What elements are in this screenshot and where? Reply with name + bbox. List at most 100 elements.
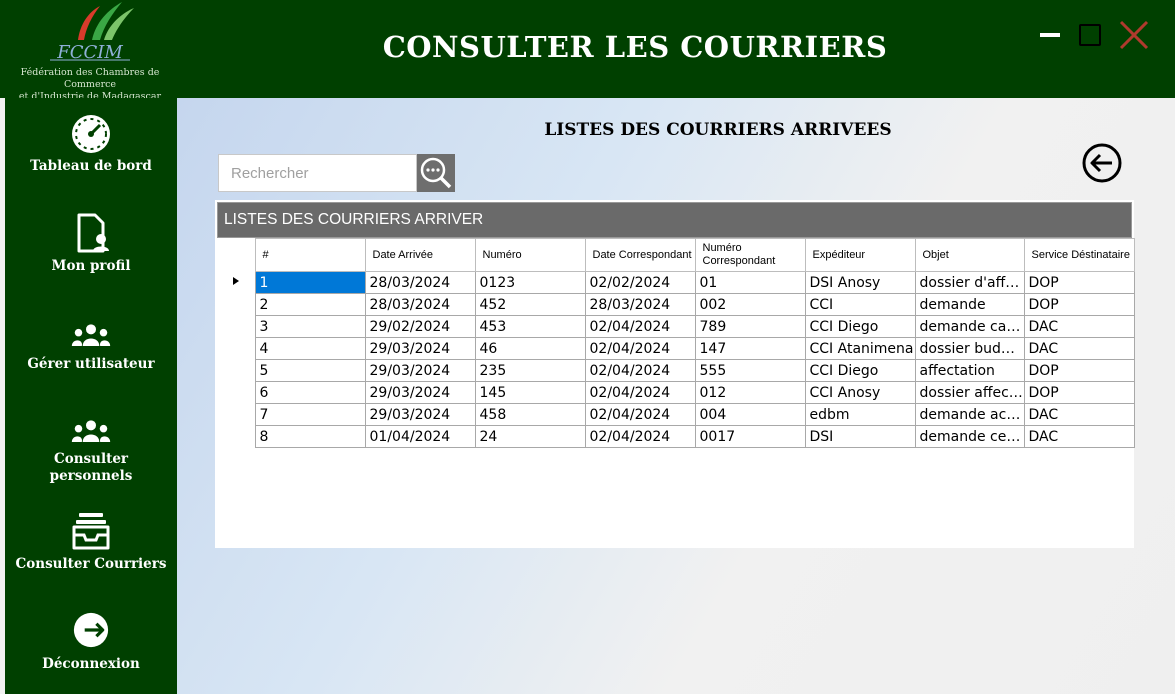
table-cell[interactable]: CCI Atanimena (804, 337, 916, 360)
table-cell[interactable]: DOP (1023, 381, 1135, 404)
table-cell[interactable]: dossier budgétaire (914, 337, 1025, 360)
back-button[interactable] (1081, 142, 1123, 184)
table-cell[interactable]: 235 (474, 359, 586, 382)
table-cell[interactable]: 1 (254, 271, 366, 294)
search-input[interactable] (218, 154, 417, 192)
table-cell[interactable]: 01/04/2024 (364, 425, 476, 448)
column-header[interactable]: Service Déstinataire (1023, 238, 1135, 272)
table-cell[interactable]: 02/02/2024 (584, 271, 696, 294)
row-selector[interactable] (217, 403, 256, 426)
minimize-button[interactable] (1040, 33, 1060, 37)
table-cell[interactable]: demande accord (914, 403, 1025, 426)
table-cell[interactable]: demande certificat (914, 425, 1025, 448)
table-cell[interactable]: 789 (694, 315, 806, 338)
table-cell[interactable]: 29/03/2024 (364, 359, 476, 382)
table-row[interactable]: 2 28/03/2024 452 28/03/2024 002 CCI demande DOP (217, 293, 1135, 316)
table-cell[interactable]: 453 (474, 315, 586, 338)
row-selector[interactable] (217, 315, 256, 338)
table-cell[interactable]: 555 (694, 359, 806, 382)
table-row[interactable]: 7 29/03/2024 458 02/04/2024 004 edbm demande a… (217, 403, 1135, 426)
table-cell[interactable]: 02/04/2024 (584, 359, 696, 382)
table-cell[interactable]: 29/03/2024 (364, 381, 476, 404)
column-header[interactable]: # (254, 238, 366, 272)
table-cell[interactable]: 4 (254, 337, 366, 360)
row-selector[interactable] (217, 425, 256, 448)
close-button[interactable] (1118, 20, 1150, 50)
table-cell[interactable]: demande cachet (914, 315, 1025, 338)
table-row[interactable]: 1 28/03/2024 0123 02/02/2024 01 DSI Anosy doss… (217, 271, 1135, 294)
table-cell[interactable]: 02/04/2024 (584, 381, 696, 404)
table-cell[interactable]: 29/03/2024 (364, 403, 476, 426)
table-cell[interactable]: 004 (694, 403, 806, 426)
courriers-grid[interactable]: LISTES DES COURRIERS ARRIVER # Date Arri… (215, 200, 1135, 548)
table-cell[interactable]: DOP (1023, 293, 1135, 316)
table-cell[interactable]: DSI Anosy (804, 271, 916, 294)
table-cell[interactable]: 002 (694, 293, 806, 316)
table-cell[interactable]: dossier affectation (914, 381, 1025, 404)
table-cell[interactable]: 147 (694, 337, 806, 360)
table-cell[interactable]: 8 (254, 425, 366, 448)
table-cell[interactable]: CCI (804, 293, 916, 316)
column-header[interactable]: Numéro Correspondant (694, 238, 806, 272)
table-row[interactable]: 8 01/04/2024 24 02/04/2024 0017 DSI demande ce… (217, 425, 1135, 448)
table-cell[interactable]: demande (914, 293, 1025, 316)
table-cell[interactable]: 28/03/2024 (364, 271, 476, 294)
table-cell[interactable]: 29/03/2024 (364, 337, 476, 360)
column-header[interactable]: Numéro (474, 238, 586, 272)
table-cell[interactable]: 02/04/2024 (584, 425, 696, 448)
table-cell[interactable]: 458 (474, 403, 586, 426)
table-cell[interactable]: DOP (1023, 359, 1135, 382)
row-selector[interactable] (217, 381, 256, 404)
table-cell[interactable]: CCI Anosy (804, 381, 916, 404)
row-selector[interactable] (217, 271, 256, 294)
table-cell[interactable]: 012 (694, 381, 806, 404)
column-header[interactable]: Date Correspondant (584, 238, 696, 272)
table-cell[interactable]: 145 (474, 381, 586, 404)
table-cell[interactable]: 02/04/2024 (584, 337, 696, 360)
table-cell[interactable]: DAC (1023, 425, 1135, 448)
maximize-button[interactable] (1079, 24, 1101, 46)
sidebar-item-deconnexion[interactable]: Déconnexion (5, 612, 177, 676)
sidebar-item-gerer-utilisateur[interactable]: Gérer utilisateur (5, 316, 177, 376)
table-cell[interactable]: CCI Diego (804, 359, 916, 382)
sidebar-item-consulter-personnels[interactable]: Consulter personnels (5, 412, 177, 487)
table-cell[interactable]: 6 (254, 381, 366, 404)
table-cell[interactable]: edbm (804, 403, 916, 426)
table-cell[interactable]: 5 (254, 359, 366, 382)
table-cell[interactable]: 28/03/2024 (584, 293, 696, 316)
table-cell[interactable]: 01 (694, 271, 806, 294)
row-selector[interactable] (217, 359, 256, 382)
table-cell[interactable]: DAC (1023, 315, 1135, 338)
column-header[interactable]: Date Arrivée (364, 238, 476, 272)
table-cell[interactable]: DSI (804, 425, 916, 448)
table-cell[interactable]: 2 (254, 293, 366, 316)
table-cell[interactable]: DAC (1023, 403, 1135, 426)
table-cell[interactable]: 452 (474, 293, 586, 316)
table-row[interactable]: 6 29/03/2024 145 02/04/2024 012 CCI Anosy doss… (217, 381, 1135, 404)
table-cell[interactable]: 0123 (474, 271, 586, 294)
row-selector[interactable] (217, 293, 256, 316)
row-selector[interactable] (217, 337, 256, 360)
table-cell[interactable]: 0017 (694, 425, 806, 448)
table-cell[interactable]: affectation (914, 359, 1025, 382)
table-cell[interactable]: 7 (254, 403, 366, 426)
sidebar-item-mon-profil[interactable]: Mon profil (5, 213, 177, 283)
table-cell[interactable]: 28/03/2024 (364, 293, 476, 316)
column-header[interactable]: Objet (914, 238, 1025, 272)
column-header[interactable]: Expéditeur (804, 238, 916, 272)
table-cell[interactable]: DAC (1023, 337, 1135, 360)
table-row[interactable]: 5 29/03/2024 235 02/04/2024 555 CCI Diego affe… (217, 359, 1135, 382)
table-cell[interactable]: 02/04/2024 (584, 315, 696, 338)
search-button[interactable] (417, 154, 455, 192)
table-cell[interactable]: dossier d'affectation (914, 271, 1025, 294)
sidebar-item-consulter-courriers[interactable]: Consulter Courriers (5, 511, 177, 577)
table-cell[interactable]: CCI Diego (804, 315, 916, 338)
table-cell[interactable]: 29/02/2024 (364, 315, 476, 338)
table-cell[interactable]: 46 (474, 337, 586, 360)
table-cell[interactable]: 02/04/2024 (584, 403, 696, 426)
table-row[interactable]: 4 29/03/2024 46 02/04/2024 147 CCI Atanimena d… (217, 337, 1135, 360)
table-row[interactable]: 3 29/02/2024 453 02/04/2024 789 CCI Diego dema… (217, 315, 1135, 338)
table-cell[interactable]: 24 (474, 425, 586, 448)
table-cell[interactable]: 3 (254, 315, 366, 338)
table-cell[interactable]: DOP (1023, 271, 1135, 294)
